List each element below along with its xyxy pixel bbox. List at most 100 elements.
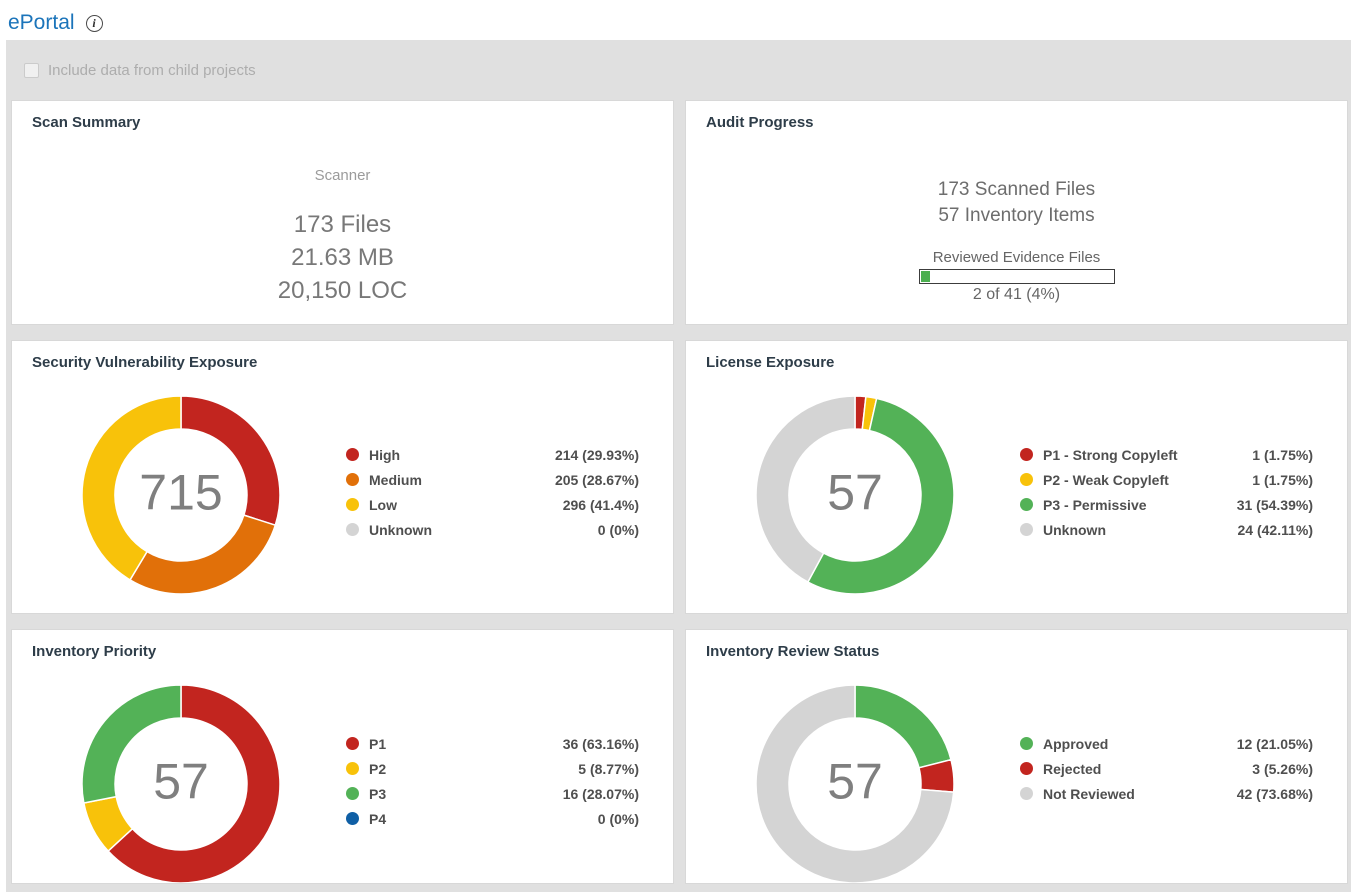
- legend-color-dot: [346, 523, 359, 536]
- inventory-priority-title: Inventory Priority: [32, 643, 156, 660]
- legend-item[interactable]: Not Reviewed 42 (73.68%): [1020, 781, 1313, 806]
- legend-color-dot: [346, 787, 359, 800]
- legend-value: 1 (1.75%): [1252, 472, 1313, 488]
- legend-color-dot: [346, 737, 359, 750]
- donut-center-total: 715: [139, 464, 222, 522]
- scan-summary-body: Scanner 173 Files 21.63 MB 20,150 LOC: [12, 167, 673, 307]
- legend-item[interactable]: High 214 (29.93%): [346, 442, 639, 467]
- legend-item[interactable]: Approved 12 (21.05%): [1020, 731, 1313, 756]
- filter-row: Include data from child projects: [6, 40, 1351, 100]
- inventory-review-status-donut-chart[interactable]: 57: [755, 684, 955, 884]
- donut-center-total: 57: [827, 464, 883, 522]
- legend-value: 205 (28.67%): [555, 472, 639, 488]
- legend-value: 5 (8.77%): [578, 761, 639, 777]
- legend-label: P3: [369, 786, 386, 802]
- security-vulnerability-title: Security Vulnerability Exposure: [32, 354, 257, 371]
- dashboard-grid: Scan Summary Scanner 173 Files 21.63 MB …: [6, 100, 1351, 884]
- license-exposure-title: License Exposure: [706, 354, 834, 371]
- include-child-projects-checkbox[interactable]: [24, 63, 39, 78]
- legend-value: 1 (1.75%): [1252, 447, 1313, 463]
- legend-value: 3 (5.26%): [1252, 761, 1313, 777]
- legend-color-dot: [1020, 523, 1033, 536]
- legend-label: P1: [369, 736, 386, 752]
- donut-center-total: 57: [153, 753, 209, 811]
- legend-item[interactable]: Unknown 24 (42.11%): [1020, 517, 1313, 542]
- legend-label: Unknown: [369, 522, 432, 538]
- panel-scan-summary: Scan Summary Scanner 173 Files 21.63 MB …: [11, 100, 674, 325]
- legend-value: 31 (54.39%): [1237, 497, 1313, 513]
- legend-item[interactable]: P4 0 (0%): [346, 806, 639, 831]
- legend-item[interactable]: Rejected 3 (5.26%): [1020, 756, 1313, 781]
- scanned-files-stat: 173 Scanned Files: [686, 177, 1347, 203]
- legend-label: Not Reviewed: [1043, 786, 1135, 802]
- scan-stats: 173 Files 21.63 MB 20,150 LOC: [12, 208, 673, 307]
- scan-size-stat: 21.63 MB: [12, 241, 673, 274]
- inventory-priority-donut-chart[interactable]: 57: [81, 684, 281, 884]
- legend-value: 36 (63.16%): [563, 736, 639, 752]
- legend-label: Rejected: [1043, 761, 1101, 777]
- security-legend: High 214 (29.93%) Medium 205 (28.67%) Lo…: [346, 442, 639, 542]
- legend-label: Approved: [1043, 736, 1108, 752]
- progress-bar-fill: [921, 271, 930, 282]
- legend-item[interactable]: Medium 205 (28.67%): [346, 467, 639, 492]
- legend-color-dot: [1020, 787, 1033, 800]
- legend-label: High: [369, 447, 400, 463]
- legend-item[interactable]: Unknown 0 (0%): [346, 517, 639, 542]
- scan-loc-stat: 20,150 LOC: [12, 274, 673, 307]
- legend-label: Low: [369, 497, 397, 513]
- audit-progress-title: Audit Progress: [706, 114, 814, 131]
- security-vulnerability-donut-chart[interactable]: 715: [81, 395, 281, 595]
- legend-color-dot: [1020, 762, 1033, 775]
- legend-label: P3 - Permissive: [1043, 497, 1147, 513]
- panel-security-vulnerability-exposure: Security Vulnerability Exposure 715 High…: [11, 340, 674, 614]
- panel-inventory-review-status: Inventory Review Status 57 Approved 12 (…: [685, 629, 1348, 884]
- legend-item[interactable]: P2 5 (8.77%): [346, 756, 639, 781]
- legend-color-dot: [1020, 498, 1033, 511]
- legend-color-dot: [346, 762, 359, 775]
- reviewed-evidence-progress-bar: [919, 269, 1115, 284]
- audit-progress-body: 173 Scanned Files 57 Inventory Items Rev…: [686, 177, 1347, 304]
- panel-audit-progress: Audit Progress 173 Scanned Files 57 Inve…: [685, 100, 1348, 325]
- top-header: ePortal i: [0, 0, 1351, 40]
- legend-color-dot: [1020, 448, 1033, 461]
- legend-value: 24 (42.11%): [1238, 522, 1314, 538]
- panel-license-exposure: License Exposure 57 P1 - Strong Copyleft…: [685, 340, 1348, 614]
- legend-value: 214 (29.93%): [555, 447, 639, 463]
- legend-value: 12 (21.05%): [1237, 736, 1313, 752]
- legend-label: Unknown: [1043, 522, 1106, 538]
- dashboard-page: Include data from child projects Scan Su…: [6, 40, 1351, 892]
- scan-summary-title: Scan Summary: [32, 114, 140, 131]
- legend-label: P4: [369, 811, 386, 827]
- legend-item[interactable]: P3 - Permissive 31 (54.39%): [1020, 492, 1313, 517]
- reviewed-evidence-label: Reviewed Evidence Files: [686, 249, 1347, 266]
- inventory-review-status-legend: Approved 12 (21.05%) Rejected 3 (5.26%) …: [1020, 731, 1313, 806]
- panel-inventory-priority: Inventory Priority 57 P1 36 (63.16%) P2 …: [11, 629, 674, 884]
- legend-item[interactable]: Low 296 (41.4%): [346, 492, 639, 517]
- legend-color-dot: [1020, 737, 1033, 750]
- legend-color-dot: [346, 448, 359, 461]
- legend-label: P2 - Weak Copyleft: [1043, 472, 1169, 488]
- legend-item[interactable]: P1 - Strong Copyleft 1 (1.75%): [1020, 442, 1313, 467]
- legend-color-dot: [346, 473, 359, 486]
- progress-count-text: 2 of 41 (4%): [686, 286, 1347, 304]
- include-child-projects-label: Include data from child projects: [48, 62, 256, 79]
- legend-value: 16 (28.07%): [563, 786, 639, 802]
- legend-label: Medium: [369, 472, 422, 488]
- legend-item[interactable]: P3 16 (28.07%): [346, 781, 639, 806]
- legend-color-dot: [346, 812, 359, 825]
- info-icon[interactable]: i: [86, 15, 103, 32]
- legend-color-dot: [1020, 473, 1033, 486]
- legend-color-dot: [346, 498, 359, 511]
- donut-center-total: 57: [827, 753, 883, 811]
- legend-item[interactable]: P1 36 (63.16%): [346, 731, 639, 756]
- legend-label: P1 - Strong Copyleft: [1043, 447, 1178, 463]
- inventory-review-status-title: Inventory Review Status: [706, 643, 879, 660]
- legend-item[interactable]: P2 - Weak Copyleft 1 (1.75%): [1020, 467, 1313, 492]
- legend-value: 0 (0%): [598, 522, 639, 538]
- inventory-items-stat: 57 Inventory Items: [686, 203, 1347, 229]
- inventory-priority-legend: P1 36 (63.16%) P2 5 (8.77%) P3 16 (28.07…: [346, 731, 639, 831]
- page-title: ePortal: [8, 11, 75, 35]
- legend-value: 42 (73.68%): [1237, 786, 1313, 802]
- license-exposure-donut-chart[interactable]: 57: [755, 395, 955, 595]
- scan-files-stat: 173 Files: [12, 208, 673, 241]
